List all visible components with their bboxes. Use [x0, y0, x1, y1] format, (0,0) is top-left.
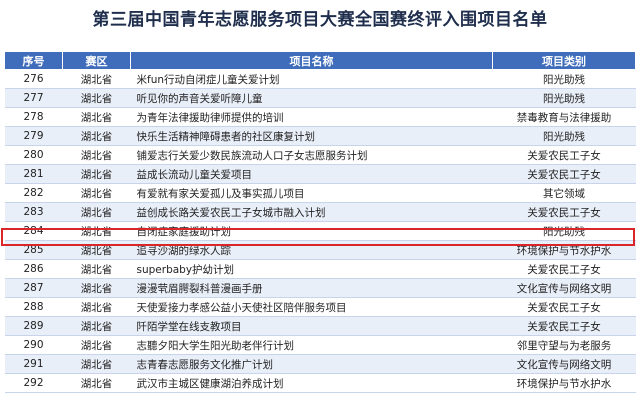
cell-category: 关爱农民工子女 [492, 164, 636, 184]
cell-number: 279 [4, 126, 63, 146]
cell-project-name: 益创成长路关爱农民工子女城市融入计划 [130, 202, 493, 222]
cell-project-name: 益成长流动儿童关爱项目 [130, 164, 493, 184]
table-row: 278 湖北省 为青年法律援助律师提供的培训 禁毒教育与法律援助 [4, 107, 636, 127]
table-row: 277 湖北省 听见你的声音关爱听障儿童 阳光助残 [4, 88, 636, 108]
cell-category: 阳光助残 [492, 221, 636, 241]
cell-category: 阳光助残 [492, 126, 636, 146]
cell-region: 湖北省 [62, 221, 131, 241]
header-project-name: 项目名称 [130, 51, 493, 70]
cell-region: 湖北省 [62, 278, 131, 298]
cell-region: 湖北省 [62, 316, 131, 336]
cell-region: 湖北省 [62, 240, 131, 260]
cell-category: 关爱农民工子女 [492, 316, 636, 336]
table-row: 288 湖北省 天使爱接力孝感公益小天使社区陪伴服务项目 关爱农民工子女 [4, 297, 636, 317]
cell-region: 湖北省 [62, 259, 131, 279]
header-category: 项目类别 [492, 51, 636, 70]
cell-category: 禁毒教育与法律援助 [492, 107, 636, 127]
cell-project-name: 武汉市主城区健康湖泊养成计划 [130, 373, 493, 393]
cell-number: 281 [4, 164, 63, 184]
cell-project-name: 快乐生活精神障碍患者的社区康复计划 [130, 126, 493, 146]
page-title: 第三届中国青年志愿服务项目大赛全国赛终评入围项目名单 [92, 10, 548, 30]
table-row: 291 湖北省 志青春志愿服务文化推广计划 文化宣传与网络文明 [4, 354, 636, 374]
table-row: 292 湖北省 武汉市主城区健康湖泊养成计划 环境保护与节水护水 [4, 373, 636, 393]
cell-number: 276 [4, 69, 63, 89]
cell-number: 290 [4, 335, 63, 355]
cell-region: 湖北省 [62, 69, 131, 89]
cell-region: 湖北省 [62, 183, 131, 203]
cell-project-name: 志聽夕阳大学生阳光助老伴行计划 [130, 335, 493, 355]
cell-project-name: 自闭症家庭援助计划 [130, 221, 493, 241]
cell-category: 文化宣传与网络文明 [492, 354, 636, 374]
cell-region: 湖北省 [62, 373, 131, 393]
cell-category: 环境保护与节水护水 [492, 240, 636, 260]
table-row: 285 湖北省 追寻沙湖的绿水人踪 环境保护与节水护水 [4, 240, 636, 260]
table-header-row: 序号 赛区 项目名称 项目类别 [4, 51, 636, 70]
cell-project-name: 追寻沙湖的绿水人踪 [130, 240, 493, 260]
cell-region: 湖北省 [62, 107, 131, 127]
cell-number: 286 [4, 259, 63, 279]
cell-region: 湖北省 [62, 297, 131, 317]
table-row: 289 湖北省 阡陌学堂在线支教项目 关爱农民工子女 [4, 316, 636, 336]
table-row: 290 湖北省 志聽夕阳大学生阳光助老伴行计划 邻里守望与为老服务 [4, 335, 636, 355]
cell-number: 284 [4, 221, 63, 241]
cell-number: 277 [4, 88, 63, 108]
cell-project-name: superbaby护幼计划 [130, 259, 493, 279]
table-row: 287 湖北省 漫漫茕眉腭裂科普漫画手册 文化宣传与网络文明 [4, 278, 636, 298]
cell-project-name: 有爱就有家关爱孤儿及事实孤儿项目 [130, 183, 493, 203]
table-row: 281 湖北省 益成长流动儿童关爱项目 关爱农民工子女 [4, 164, 636, 184]
cell-number: 283 [4, 202, 63, 222]
table-row: 276 湖北省 米fun行动自闭症儿童关爱计划 阳光助残 [4, 69, 636, 89]
cell-project-name: 志青春志愿服务文化推广计划 [130, 354, 493, 374]
cell-number: 287 [4, 278, 63, 298]
cell-number: 288 [4, 297, 63, 317]
table-row: 284 湖北省 自闭症家庭援助计划 阳光助残 [4, 221, 636, 241]
cell-number: 278 [4, 107, 63, 127]
cell-number: 291 [4, 354, 63, 374]
cell-region: 湖北省 [62, 164, 131, 184]
cell-region: 湖北省 [62, 202, 131, 222]
cell-project-name: 天使爱接力孝感公益小天使社区陪伴服务项目 [130, 297, 493, 317]
cell-number: 282 [4, 183, 63, 203]
table-body: 276 湖北省 米fun行动自闭症儿童关爱计划 阳光助残 277 湖北省 听见你的声音关爱听… [4, 69, 636, 393]
cell-number: 280 [4, 145, 63, 165]
cell-region: 湖北省 [62, 354, 131, 374]
cell-project-name: 听见你的声音关爱听障儿童 [130, 88, 493, 108]
cell-number: 292 [4, 373, 63, 393]
table-row: 286 湖北省 superbaby护幼计划 关爱农民工子女 [4, 259, 636, 279]
header-number: 序号 [4, 51, 63, 70]
cell-project-name: 阡陌学堂在线支教项目 [130, 316, 493, 336]
cell-project-name: 漫漫茕眉腭裂科普漫画手册 [130, 278, 493, 298]
cell-category: 关爱农民工子女 [492, 145, 636, 165]
cell-region: 湖北省 [62, 126, 131, 146]
header-region: 赛区 [62, 51, 131, 70]
cell-project-name: 铺爱志行关爱少数民族流动人口子女志愿服务计划 [130, 145, 493, 165]
cell-category: 阳光助残 [492, 69, 636, 89]
cell-category: 关爱农民工子女 [492, 202, 636, 222]
table-row: 279 湖北省 快乐生活精神障碍患者的社区康复计划 阳光助残 [4, 126, 636, 146]
cell-region: 湖北省 [62, 88, 131, 108]
table-row: 283 湖北省 益创成长路关爱农民工子女城市融入计划 关爱农民工子女 [4, 202, 636, 222]
cell-category: 关爱农民工子女 [492, 297, 636, 317]
table-row: 282 湖北省 有爱就有家关爱孤儿及事实孤儿项目 其它领域 [4, 183, 636, 203]
cell-region: 湖北省 [62, 145, 131, 165]
cell-category: 环境保护与节水护水 [492, 373, 636, 393]
cell-number: 289 [4, 316, 63, 336]
cell-category: 阳光助残 [492, 88, 636, 108]
cell-number: 285 [4, 240, 63, 260]
cell-category: 邻里守望与为老服务 [492, 335, 636, 355]
cell-project-name: 为青年法律援助律师提供的培训 [130, 107, 493, 127]
cell-category: 关爱农民工子女 [492, 259, 636, 279]
finalist-table: 序号 赛区 项目名称 项目类别 276 湖北省 米fun行动自闭症儿童关爱计划 阳光助… [4, 51, 636, 393]
cell-project-name: 米fun行动自闭症儿童关爱计划 [130, 69, 493, 89]
cell-region: 湖北省 [62, 335, 131, 355]
cell-category: 文化宣传与网络文明 [492, 278, 636, 298]
cell-category: 其它领域 [492, 183, 636, 203]
table-row: 280 湖北省 铺爱志行关爱少数民族流动人口子女志愿服务计划 关爱农民工子女 [4, 145, 636, 165]
